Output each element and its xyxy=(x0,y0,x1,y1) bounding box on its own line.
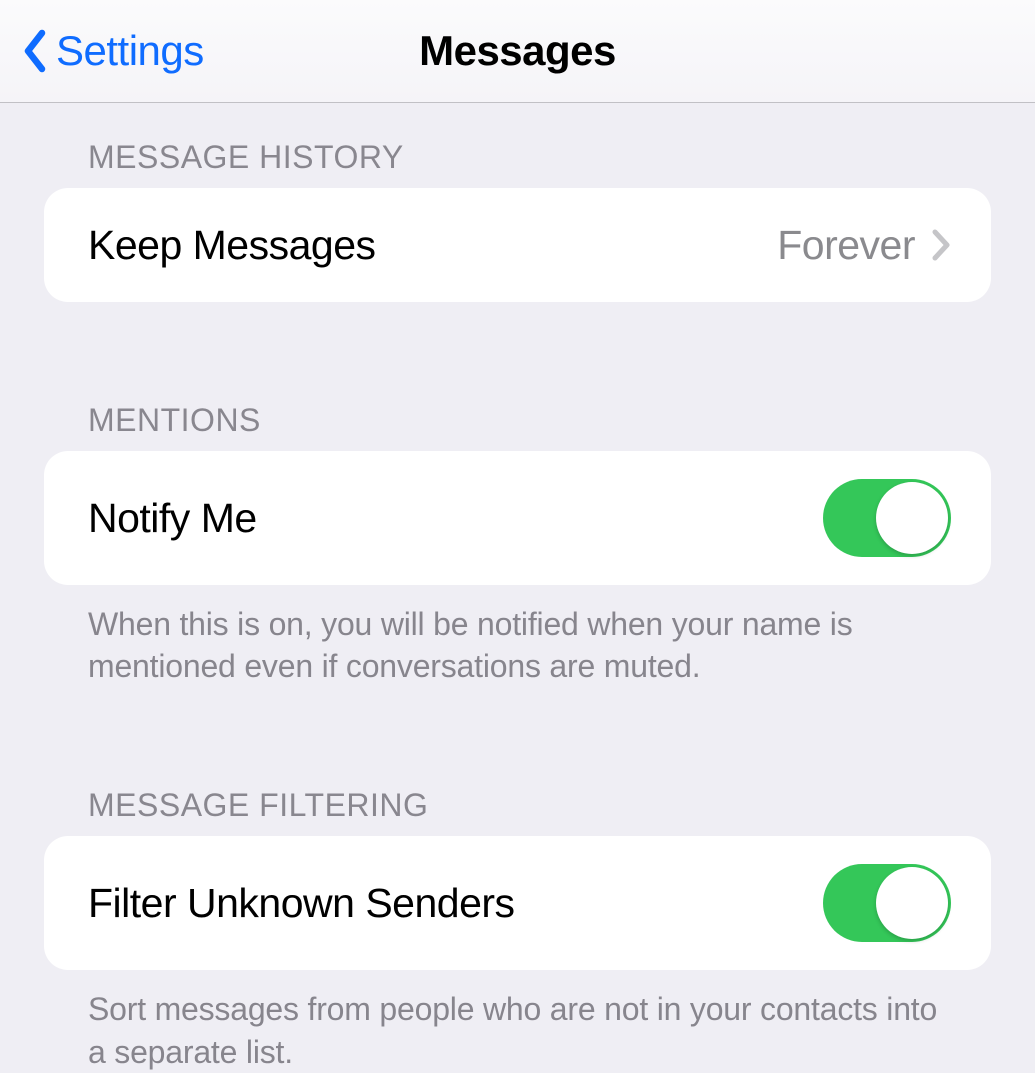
mentions-card: Notify Me xyxy=(44,451,991,585)
filtering-footer: Sort messages from people who are not in… xyxy=(44,970,991,1072)
filter-unknown-row: Filter Unknown Senders xyxy=(44,836,991,970)
back-button[interactable]: Settings xyxy=(22,27,204,75)
history-card: Keep Messages Forever xyxy=(44,188,991,302)
keep-messages-right: Forever xyxy=(777,222,951,269)
filter-unknown-label: Filter Unknown Senders xyxy=(88,880,515,927)
toggle-knob xyxy=(876,867,948,939)
notify-me-toggle[interactable] xyxy=(823,479,951,557)
settings-content: MESSAGE HISTORY Keep Messages Forever ME… xyxy=(0,103,1035,1073)
page-title: Messages xyxy=(419,27,616,75)
keep-messages-row[interactable]: Keep Messages Forever xyxy=(44,188,991,302)
section-header-filtering: MESSAGE FILTERING xyxy=(44,743,991,836)
chevron-right-icon xyxy=(931,229,951,261)
filter-unknown-toggle[interactable] xyxy=(823,864,951,942)
chevron-left-icon xyxy=(22,29,48,73)
nav-bar: Settings Messages xyxy=(0,0,1035,103)
keep-messages-value: Forever xyxy=(777,222,915,269)
filtering-card: Filter Unknown Senders xyxy=(44,836,991,970)
keep-messages-label: Keep Messages xyxy=(88,222,376,269)
toggle-knob xyxy=(876,482,948,554)
back-label: Settings xyxy=(56,27,204,75)
notify-me-row: Notify Me xyxy=(44,451,991,585)
notify-me-label: Notify Me xyxy=(88,495,257,542)
section-header-mentions: MENTIONS xyxy=(44,358,991,451)
mentions-footer: When this is on, you will be notified wh… xyxy=(44,585,991,687)
section-header-history: MESSAGE HISTORY xyxy=(44,103,991,188)
